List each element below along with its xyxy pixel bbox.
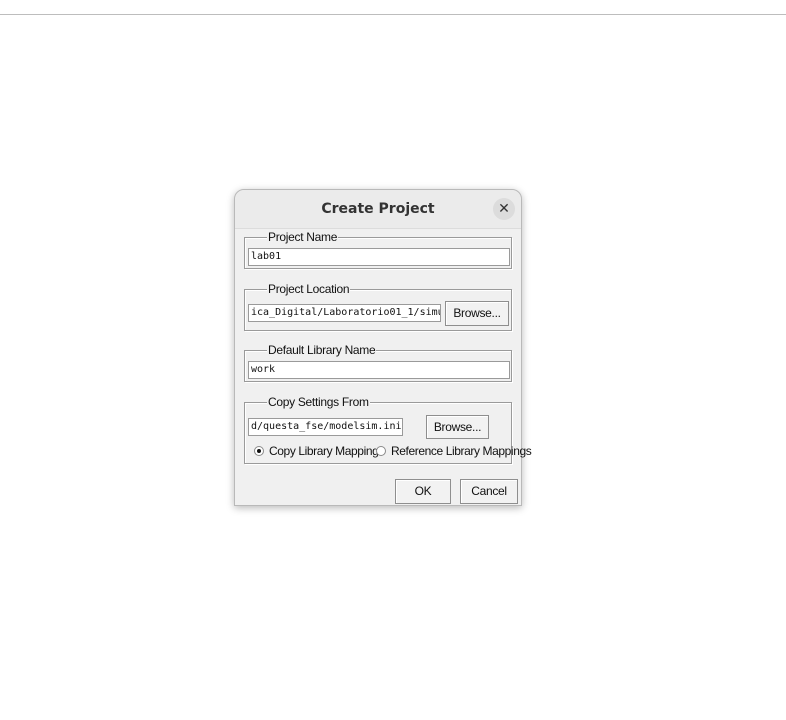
copy-settings-group: Copy Settings From d/questa_fse/modelsim… — [244, 395, 532, 464]
copy-library-mappings-radio[interactable]: Copy Library Mappings — [254, 444, 384, 460]
project-name-label: Project Name — [267, 230, 339, 244]
default-library-label: Default Library Name — [267, 343, 377, 357]
close-icon: ✕ — [498, 200, 510, 216]
copy-settings-input[interactable]: d/questa_fse/modelsim.ini — [248, 418, 403, 436]
project-name-group: Project Name lab01 — [244, 230, 512, 269]
project-location-group: Project Location ica_Digital/Laboratorio… — [244, 282, 512, 331]
default-library-group: Default Library Name work — [244, 343, 512, 382]
dialog-titlebar: Create Project ✕ — [235, 190, 521, 229]
project-location-browse-button[interactable]: Browse... — [445, 301, 509, 326]
ok-button[interactable]: OK — [395, 479, 451, 504]
radio-unselected-icon — [376, 446, 386, 456]
copy-settings-browse-button[interactable]: Browse... — [426, 415, 489, 439]
radio-selected-icon — [254, 446, 264, 456]
top-divider — [0, 14, 786, 15]
project-name-input[interactable]: lab01 — [248, 248, 510, 266]
copy-settings-label: Copy Settings From — [267, 395, 370, 409]
cancel-button[interactable]: Cancel — [460, 479, 518, 504]
close-button[interactable]: ✕ — [493, 198, 515, 220]
copy-library-mappings-label: Copy Library Mappings — [269, 444, 384, 458]
reference-library-mappings-label: Reference Library Mappings — [391, 444, 532, 458]
project-location-input[interactable]: ica_Digital/Laboratorio01_1/simulacion — [248, 304, 441, 322]
project-location-label: Project Location — [267, 282, 351, 296]
reference-library-mappings-radio[interactable]: Reference Library Mappings — [376, 444, 532, 460]
default-library-input[interactable]: work — [248, 361, 510, 379]
dialog-title: Create Project — [321, 201, 435, 217]
create-project-dialog: Create Project ✕ Project Name lab01 Proj… — [234, 189, 532, 506]
